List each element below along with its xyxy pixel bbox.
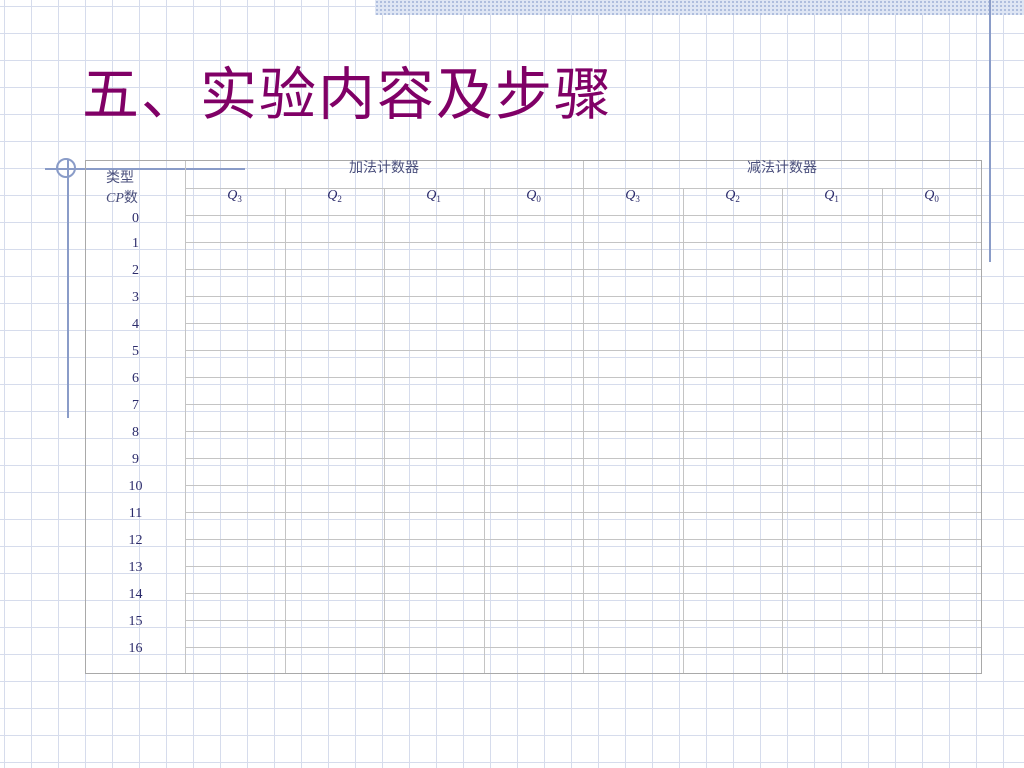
row-label-cp-14: 14 [128,587,143,602]
row-divider [185,458,981,459]
ring-ornament-icon [56,158,76,178]
row-label-cp-6: 6 [132,371,139,386]
row-label-cp-8: 8 [132,425,139,440]
column-header-base: Q [526,188,537,203]
column-header-subscript: 2 [337,194,342,204]
row-label-cp-2: 2 [132,263,139,278]
column-header-q0: Q0 [484,188,583,207]
row-label-cp-10: 10 [128,479,143,494]
column-header-base: Q [725,188,736,203]
column-header-base: Q [227,188,238,203]
row-label-cp-1: 1 [132,236,139,251]
row-divider [185,404,981,405]
corner-header-type: 类型 [106,171,134,186]
row-label-cp-12: 12 [128,533,143,548]
group-header-down-counter: 减法计数器 [747,161,817,176]
row-divider [185,485,981,486]
counter-state-table: 类型 CP数 加法计数器 减法计数器 Q3 Q2 Q1 Q0 Q3 Q2 Q1 Q0 0 1 2 3 4… [85,160,982,674]
column-header-q1: Q1 [384,188,483,207]
column-header-base: Q [924,188,935,203]
row-divider [185,431,981,432]
column-header-subscript: 2 [735,194,740,204]
row-label-cp-3: 3 [132,290,139,305]
column-header-base: Q [426,188,437,203]
column-header-q1: Q1 [782,188,881,207]
row-label-cp-9: 9 [132,452,139,467]
column-header-subscript: 0 [536,194,541,204]
column-header-q2: Q2 [285,188,384,207]
row-divider [185,512,981,513]
row-divider [185,242,981,243]
row-label-cp-4: 4 [132,317,139,332]
column-divider [185,161,186,673]
row-divider [185,539,981,540]
top-decorative-band [375,0,1024,15]
slide-title: 五、实验内容及步骤 [82,64,613,127]
column-header-subscript: 1 [436,194,441,204]
row-divider [185,296,981,297]
row-divider [185,215,981,216]
row-label-cp-11: 11 [128,506,143,521]
corner-header-count: 数 [123,191,138,206]
corner-header-cp-count: CP数 [106,191,138,207]
row-divider [185,647,981,648]
row-label-cp-16: 16 [128,641,143,656]
column-header-base: Q [625,188,636,203]
row-label-cp-13: 13 [128,560,143,575]
column-divider [583,161,584,673]
row-divider [185,566,981,567]
row-divider [185,323,981,324]
column-header-base: Q [327,188,338,203]
column-header-subscript: 3 [237,194,242,204]
corner-header-cp: CP [106,191,124,206]
column-header-q3: Q3 [185,188,284,207]
row-label-cp-0: 0 [132,211,139,226]
left-vertical-accent-line [67,160,69,418]
column-header-q0: Q0 [882,188,981,207]
row-label-cp-15: 15 [128,614,143,629]
row-divider [185,377,981,378]
column-header-base: Q [824,188,835,203]
column-header-subscript: 3 [635,194,640,204]
right-vertical-accent-line [989,0,991,262]
group-header-up-counter: 加法计数器 [349,161,419,176]
row-label-cp-7: 7 [132,398,139,413]
row-label-cp-5: 5 [132,344,139,359]
row-divider [185,620,981,621]
column-header-q3: Q3 [583,188,682,207]
row-divider [185,350,981,351]
column-header-q2: Q2 [683,188,782,207]
row-divider [185,593,981,594]
column-header-subscript: 0 [934,194,939,204]
row-divider [185,269,981,270]
column-header-subscript: 1 [834,194,839,204]
